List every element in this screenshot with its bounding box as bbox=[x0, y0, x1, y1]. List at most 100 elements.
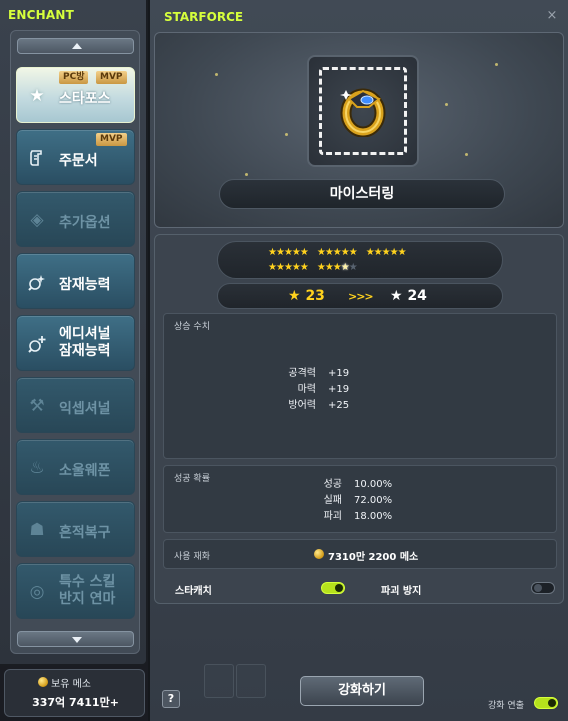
star-catch-toggle[interactable] bbox=[321, 582, 345, 594]
meso-coin-icon bbox=[38, 677, 48, 687]
close-button[interactable]: × bbox=[545, 9, 559, 23]
label-line-1: 특수 스킬 bbox=[59, 574, 116, 590]
label-line-1: 에디셔널 bbox=[59, 326, 111, 342]
prob-row: 파괴 18.00% bbox=[302, 507, 393, 522]
menu-item-label: 소울웨폰 bbox=[59, 463, 111, 479]
star-filled-icon: ★ bbox=[283, 247, 293, 258]
star-filled-icon: ★ bbox=[268, 247, 277, 258]
current-level-value: 23 bbox=[305, 288, 325, 304]
star-icon: ★ bbox=[390, 288, 408, 304]
item-slot[interactable] bbox=[307, 55, 419, 167]
scroll-down-button[interactable] bbox=[17, 631, 134, 647]
star-filled-icon: ★ bbox=[299, 247, 309, 258]
meso-value: 337억 7411만+ bbox=[32, 696, 119, 709]
prob-row: 성공 10.00% bbox=[302, 475, 393, 490]
star-filled-icon: ★ bbox=[324, 262, 334, 273]
stat-title: 상승 수치 bbox=[174, 322, 210, 332]
mvp-badge: MVP bbox=[96, 71, 127, 84]
effect-label: 강화 연출 bbox=[488, 701, 524, 711]
chevron-down-icon bbox=[72, 637, 82, 643]
panel-title: ENCHANT bbox=[8, 8, 75, 22]
cost-label: 사용 재화 bbox=[174, 552, 210, 562]
enhance-button[interactable]: 강화하기 bbox=[300, 676, 424, 706]
destroy-prevent-toggle[interactable] bbox=[531, 582, 555, 594]
enchant-menu: PC방 MVP ★ 스타포스 MVP 주문서 ◈ 추가옵션 잠재능력 에디셔널 … bbox=[10, 30, 140, 654]
menu-item-additional-potential[interactable]: 에디셔널 잠재능력 bbox=[16, 315, 135, 371]
next-star-level: ★ 24 bbox=[390, 288, 427, 304]
star-level-bar: ★ 23 >>> ★ 24 bbox=[217, 283, 503, 309]
toggle-knob bbox=[534, 584, 542, 592]
mvp-badge: MVP bbox=[96, 133, 127, 146]
stat-name: 방어력 bbox=[288, 400, 316, 411]
destroy-prevent-label: 파괴 방지 bbox=[381, 586, 422, 597]
effect-toggle[interactable] bbox=[534, 697, 558, 709]
label-line-2: 잠재능력 bbox=[59, 343, 111, 359]
sparkle bbox=[445, 103, 448, 106]
success-rate-box: 성공 확률 성공 10.00% 실패 72.00% 파괴 18.00% bbox=[163, 465, 557, 533]
star-filled-icon: ★ bbox=[316, 247, 326, 258]
star-filled-icon: ★ bbox=[324, 247, 334, 258]
meso-coin-icon bbox=[314, 549, 324, 559]
star-filled-icon: ★ bbox=[275, 247, 285, 258]
star-group: ★★★★★ bbox=[268, 262, 309, 273]
star-row: ★★★★★ ★★★★★ ★★★★★ bbox=[268, 247, 415, 258]
next-level-value: 24 bbox=[407, 288, 427, 304]
star-row: ★★★★★ ★★★★★ bbox=[268, 262, 366, 273]
sparkle bbox=[495, 63, 498, 66]
gem-icon: ◈ bbox=[30, 210, 44, 230]
scroll-up-button[interactable] bbox=[17, 38, 134, 54]
star-filled-icon: ★ bbox=[381, 247, 391, 258]
mini-slot bbox=[204, 664, 234, 698]
stat-row: 마력 +19 bbox=[266, 380, 350, 395]
star-group: ★★★★★ bbox=[365, 247, 407, 258]
menu-item-trace-restore: ☗ 흔적복구 bbox=[16, 501, 135, 557]
prob-row: 실패 72.00% bbox=[302, 491, 393, 506]
star-filled-icon: ★ bbox=[268, 262, 277, 273]
star-filled-icon: ★ bbox=[275, 262, 285, 273]
star-filled-icon: ★ bbox=[291, 247, 301, 258]
cost-display: 사용 재화 7310만 2200 메소 bbox=[163, 539, 557, 569]
toggle-knob bbox=[335, 584, 343, 592]
option-row: 스타캐치 파괴 방지 bbox=[155, 577, 563, 599]
menu-item-soul-weapon: ♨ 소울웨폰 bbox=[16, 439, 135, 495]
stat-value: +19 bbox=[328, 368, 350, 379]
stat-row: 공격력 +19 bbox=[266, 364, 349, 379]
menu-item-label: 추가옵션 bbox=[59, 215, 111, 231]
sparkle bbox=[285, 133, 288, 136]
ring-icon: ◎ bbox=[29, 582, 45, 602]
help-button[interactable]: ? bbox=[162, 690, 180, 708]
star-filled-icon: ★ bbox=[340, 247, 350, 258]
menu-item-starforce[interactable]: PC방 MVP ★ 스타포스 bbox=[16, 67, 135, 123]
menu-item-potential[interactable]: 잠재능력 bbox=[16, 253, 135, 309]
star-gauge: ★★★★★ ★★★★★ ★★★★★ ★★★★★ ★★★★★ bbox=[217, 241, 503, 279]
menu-item-scroll[interactable]: MVP 주문서 bbox=[16, 129, 135, 185]
magnifier-plus-icon bbox=[27, 334, 47, 354]
item-display: 마이스터링 bbox=[154, 32, 564, 228]
star-filled-icon: ★ bbox=[365, 247, 375, 258]
chevron-up-icon bbox=[72, 43, 82, 49]
meso-display: 보유 메소 337억 7411만+ bbox=[4, 669, 145, 717]
sparkle bbox=[215, 73, 218, 76]
stat-value: +19 bbox=[328, 384, 350, 395]
stat-row: 방어력 +25 bbox=[266, 396, 349, 411]
stat-name: 마력 bbox=[297, 384, 316, 395]
prob-value: 10.00% bbox=[354, 479, 393, 490]
sparkle bbox=[465, 153, 468, 156]
star-filled-icon: ★ bbox=[283, 262, 293, 273]
item-name: 마이스터링 bbox=[219, 179, 505, 209]
menu-item-label: 특수 스킬 반지 연마 bbox=[59, 574, 115, 608]
prob-name: 실패 bbox=[323, 495, 342, 506]
prob-value: 18.00% bbox=[354, 511, 393, 522]
star-filled-icon: ★ bbox=[332, 247, 342, 258]
panel-title: STARFORCE bbox=[164, 10, 244, 24]
star-icon: ★ bbox=[288, 288, 306, 304]
sparkle bbox=[245, 173, 248, 176]
star-filled-icon: ★ bbox=[332, 262, 342, 273]
prob-title: 성공 확률 bbox=[174, 474, 210, 484]
menu-item-label: 스타포스 bbox=[59, 91, 111, 107]
prob-name: 파괴 bbox=[323, 511, 342, 522]
star-empty-icon: ★ bbox=[348, 262, 358, 273]
current-star-level: ★ 23 bbox=[288, 288, 325, 304]
enchant-panel: ENCHANT PC방 MVP ★ 스타포스 MVP 주문서 ◈ 추가옵션 잠재… bbox=[0, 0, 148, 666]
starforce-panel: STARFORCE × 마이스터링 ★★★★★ ★★★★★ ★★★★★ ★★★★★ ★… bbox=[148, 0, 568, 721]
